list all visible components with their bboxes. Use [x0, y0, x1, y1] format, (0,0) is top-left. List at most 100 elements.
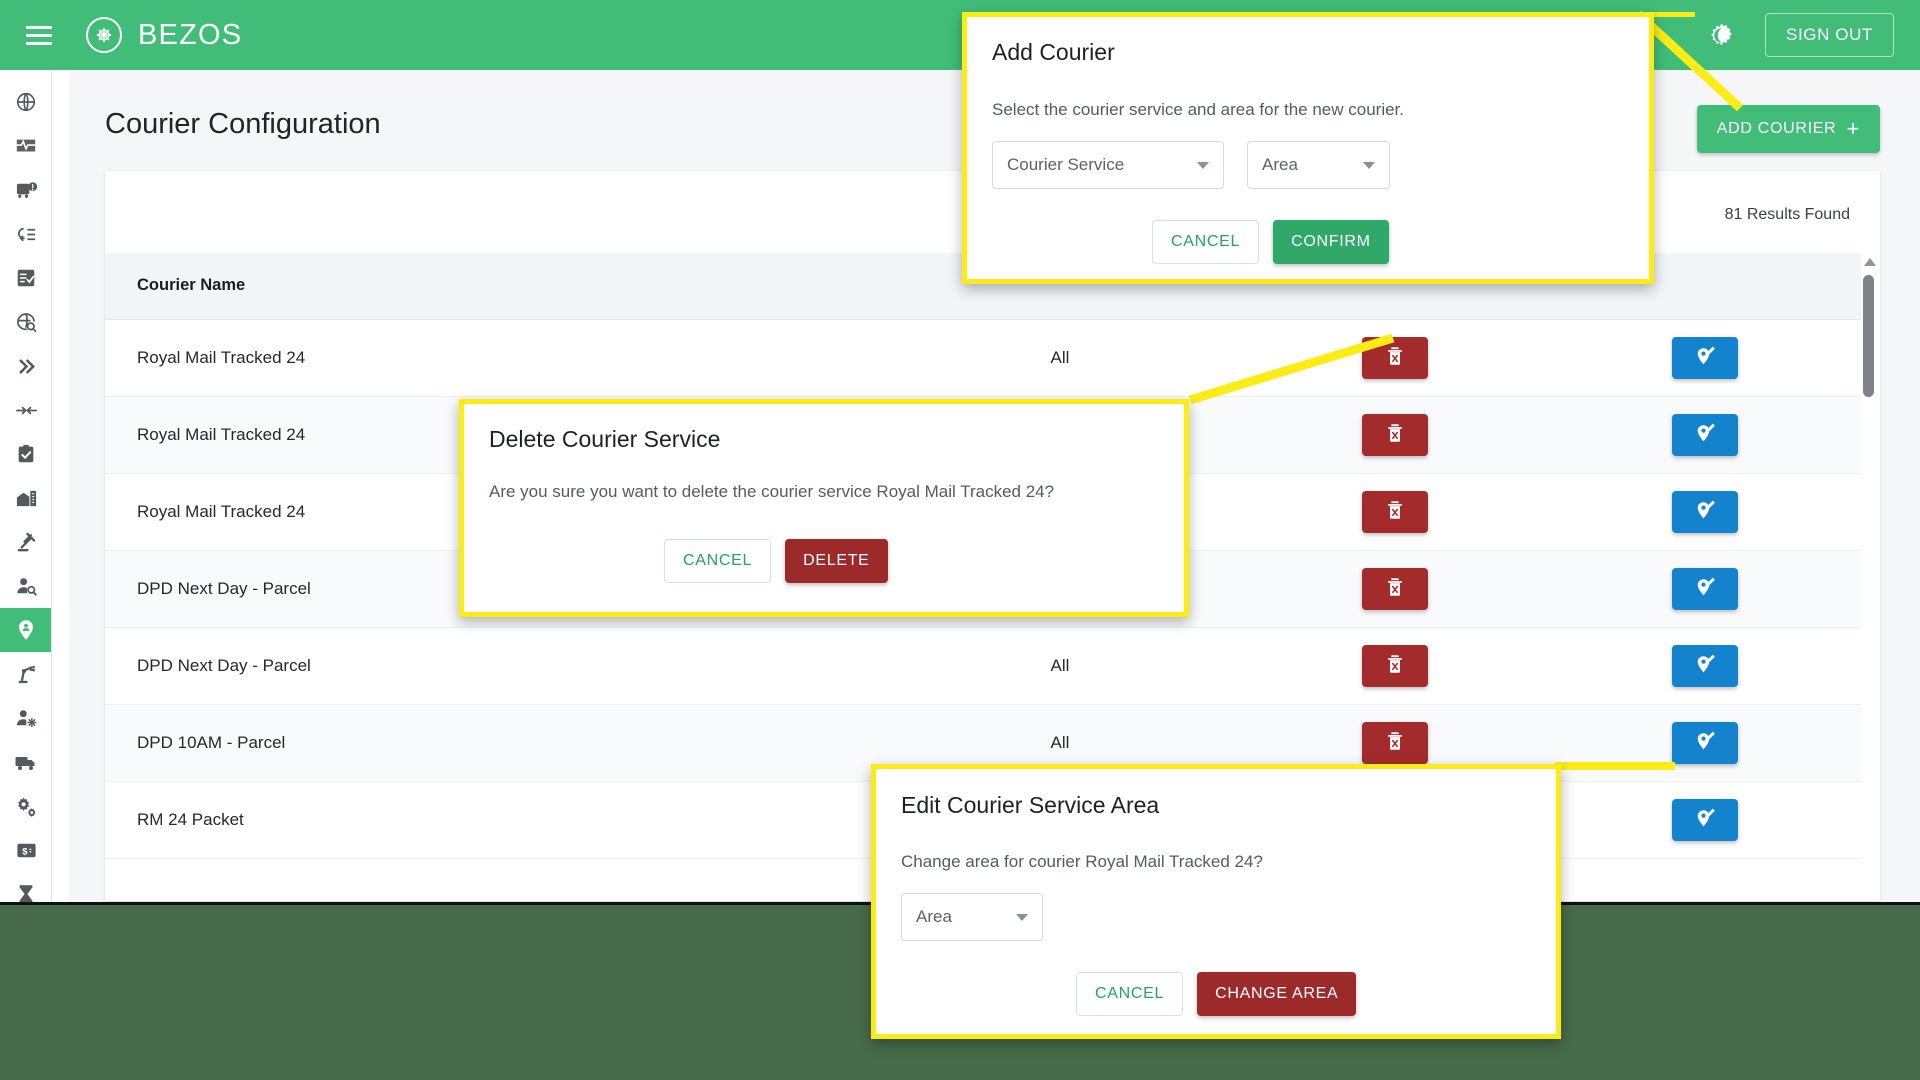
sign-out-button[interactable]: SIGN OUT: [1765, 13, 1894, 57]
clipboard-check-icon: [15, 443, 37, 465]
add-courier-dialog: Add Courier Select the courier service a…: [962, 12, 1654, 284]
location-pin-edit-icon: [1693, 421, 1717, 448]
robot-arm-icon: [15, 663, 38, 686]
sidebar-item-returns-list[interactable]: [0, 212, 51, 256]
svg-text:$: $: [22, 846, 28, 857]
delete-courier-button[interactable]: [1362, 721, 1428, 764]
delete-courier-button[interactable]: [1362, 490, 1428, 533]
checklist-icon: [15, 267, 37, 289]
edit-courier-area-button[interactable]: [1672, 567, 1738, 610]
sidebar-item-hourglass[interactable]: [0, 872, 51, 902]
chevron-down-icon: [1016, 913, 1028, 921]
trash-delete-icon: [1384, 730, 1406, 755]
cell-delete-action: [1245, 473, 1545, 551]
sidebar-item-collapse-arrows[interactable]: [0, 388, 51, 432]
table-scrollbar[interactable]: [1861, 253, 1878, 901]
trash-delete-icon: [1384, 653, 1406, 678]
location-pin-edit-icon: [1693, 729, 1717, 756]
area-select-value: Area: [1262, 155, 1298, 174]
location-pin-edit-icon: [1693, 344, 1717, 371]
user-settings-icon: [15, 707, 38, 730]
bezos-snowflake-logo-icon: [86, 17, 122, 53]
gavel-icon: [15, 531, 38, 554]
edit-courier-area-button[interactable]: [1672, 721, 1738, 764]
monitor-pulse-icon: [15, 135, 37, 157]
sidebar-item-user-search[interactable]: [0, 564, 51, 608]
cell-delete-action: [1245, 396, 1545, 474]
delete-courier-button[interactable]: [1362, 567, 1428, 610]
sidebar-item-bus-alert[interactable]: [0, 168, 51, 212]
hourglass-icon: [15, 883, 37, 902]
sidebar-item-clipboard-check[interactable]: [0, 432, 51, 476]
table-row[interactable]: Royal Mail Tracked 24 All: [105, 319, 1865, 397]
cell-courier-name: RM 24 Packet: [105, 781, 875, 859]
gears-icon: [15, 795, 38, 818]
sidebar-item-globe[interactable]: [0, 80, 51, 124]
edit-area-cancel-button[interactable]: CANCEL: [1076, 972, 1184, 1016]
edit-courier-area-button[interactable]: [1672, 644, 1738, 687]
globe-icon: [15, 91, 37, 113]
plus-icon: +: [1846, 116, 1860, 141]
edit-area-change-button[interactable]: CHANGE AREA: [1197, 972, 1357, 1016]
sidebar-item-gears[interactable]: [0, 784, 51, 828]
edit-area-select[interactable]: Area: [901, 893, 1043, 941]
delete-courier-cancel-button[interactable]: CANCEL: [664, 539, 772, 583]
location-pin-edit-icon: [1693, 806, 1717, 833]
sidebar-item-robot-arm[interactable]: [0, 652, 51, 696]
sidebar-item-gavel[interactable]: [0, 520, 51, 564]
cell-courier-name: DPD 10AM - Parcel: [105, 704, 875, 782]
location-pin-user-icon: [14, 618, 38, 642]
hamburger-menu-icon[interactable]: [26, 21, 52, 50]
globe-search-icon: [15, 311, 38, 334]
sidebar-item-monitoring[interactable]: [0, 124, 51, 168]
area-select[interactable]: Area: [1247, 141, 1390, 189]
sidebar-item-courier-locations[interactable]: [0, 608, 51, 652]
scroll-up-arrow-icon[interactable]: [1864, 258, 1876, 266]
arrows-collapse-icon: [15, 399, 38, 422]
delete-courier-button[interactable]: [1362, 413, 1428, 456]
sidebar-item-billing[interactable]: $: [0, 828, 51, 872]
cell-edit-action: [1545, 781, 1865, 859]
sidebar-item-truck[interactable]: [0, 740, 51, 784]
sidebar-item-user-settings[interactable]: [0, 696, 51, 740]
edit-courier-area-button[interactable]: [1672, 413, 1738, 456]
connector-edit-horizontal: [1555, 762, 1675, 770]
edit-courier-area-dialog-actions: CANCEL CHANGE AREA: [1076, 972, 1357, 1016]
cell-edit-action: [1545, 550, 1865, 628]
delete-courier-dialog-body: Are you sure you want to delete the cour…: [489, 482, 1055, 501]
sidebar-item-warehouse[interactable]: [0, 476, 51, 520]
sidebar-item-chevrons-right[interactable]: [0, 344, 51, 388]
delete-courier-dialog-title: Delete Courier Service: [489, 426, 721, 452]
courier-service-select[interactable]: Courier Service: [992, 141, 1224, 189]
edit-courier-area-button[interactable]: [1672, 798, 1738, 841]
user-search-icon: [15, 575, 38, 598]
cell-courier-name: DPD Next Day - Parcel: [105, 627, 875, 705]
delete-courier-confirm-button[interactable]: DELETE: [785, 539, 888, 583]
edit-courier-area-button[interactable]: [1672, 336, 1738, 379]
cell-edit-action: [1545, 627, 1865, 705]
delete-courier-button[interactable]: [1362, 644, 1428, 687]
cell-edit-action: [1545, 473, 1865, 551]
cell-courier-name: Royal Mail Tracked 24: [105, 319, 875, 397]
cell-area: All: [875, 627, 1245, 705]
cell-delete-action: [1245, 627, 1545, 705]
chevron-down-icon: [1197, 161, 1209, 169]
column-header-courier-name[interactable]: Courier Name: [105, 253, 875, 320]
edit-courier-area-dialog-body: Change area for courier Royal Mail Track…: [901, 852, 1263, 871]
delete-courier-dialog: Delete Courier Service Are you sure you …: [459, 399, 1189, 617]
sidebar-item-globe-search[interactable]: [0, 300, 51, 344]
table-scrollbar-thumb[interactable]: [1863, 275, 1874, 397]
results-found-count: 81 Results Found: [1724, 206, 1850, 223]
sidebar-scroll-area: $: [0, 70, 51, 902]
trash-delete-icon: [1384, 499, 1406, 524]
add-courier-cancel-button[interactable]: CANCEL: [1152, 220, 1260, 264]
edit-courier-area-button[interactable]: [1672, 490, 1738, 533]
add-courier-confirm-button[interactable]: CONFIRM: [1273, 220, 1389, 264]
location-pin-edit-icon: [1693, 498, 1717, 525]
brand-name: BEZOS: [138, 18, 243, 51]
edit-courier-area-dialog: Edit Courier Service Area Change area fo…: [871, 764, 1561, 1039]
money-card-icon: $: [15, 839, 38, 862]
table-row[interactable]: DPD Next Day - Parcel All: [105, 627, 1865, 705]
sidebar-item-checklist[interactable]: [0, 256, 51, 300]
add-courier-dialog-body: Select the courier service and area for …: [992, 100, 1404, 119]
